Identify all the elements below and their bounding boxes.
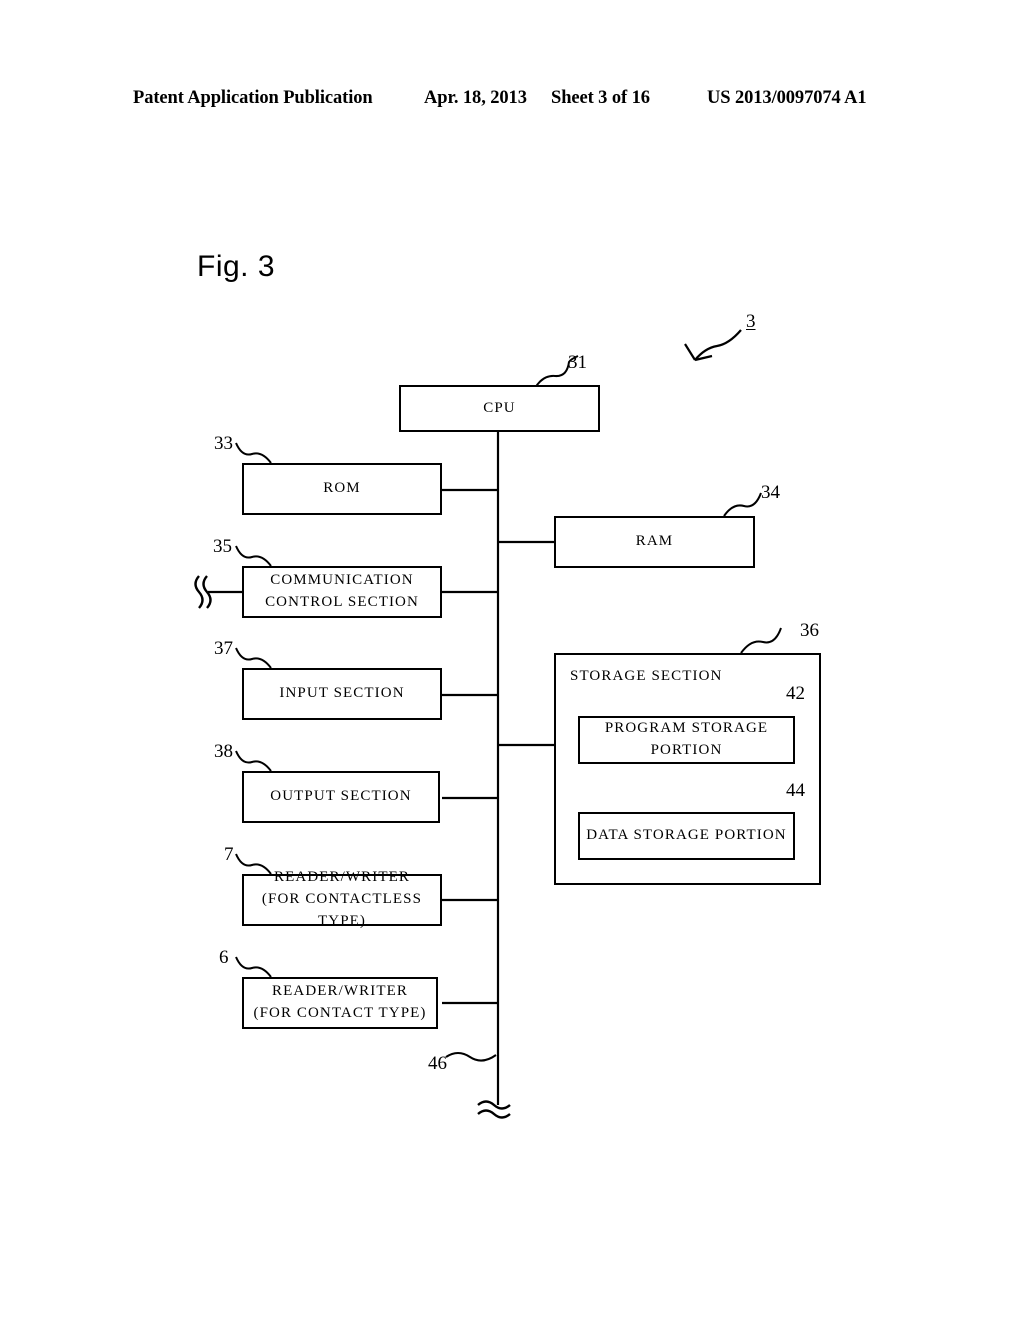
ref-7-reader-writer-contactless: 7 [224,844,234,865]
block-communication-control-section-label: COMMUNICATION CONTROL SECTION [265,572,419,610]
diagram-lines [194,329,782,1119]
block-program-storage-portion[interactable]: PROGRAM STORAGE PORTION [578,716,795,764]
ref-34-ram: 34 [761,482,780,503]
block-storage-section-label: STORAGE SECTION [570,668,723,684]
block-reader-writer-contact[interactable]: READER/WRITER (FOR CONTACT TYPE) [242,977,438,1029]
ref-6-reader-writer-contact: 6 [219,947,229,968]
block-output-section[interactable]: OUTPUT SECTION [242,771,440,823]
ref-42-program-storage-portion: 42 [786,683,805,704]
ref-36-storage-section: 36 [800,620,819,641]
ref-44-data-storage-portion: 44 [786,780,805,801]
ref-33-rom: 33 [214,433,233,454]
ref-46-bus: 46 [428,1053,447,1074]
block-reader-writer-contact-label: READER/WRITER (FOR CONTACT TYPE) [253,983,427,1021]
block-reader-writer-contactless[interactable]: READER/WRITER (FOR CONTACTLESS TYPE) [242,869,442,929]
block-reader-writer-contactless-label: READER/WRITER (FOR CONTACTLESS TYPE) [261,869,423,929]
ref-assembly-3: 3 [746,311,756,332]
ref-31-cpu: 31 [568,352,587,373]
ref-35-communication-control-section: 35 [213,536,232,557]
curved-arrow-icon [684,329,742,362]
block-communication-control-section[interactable]: COMMUNICATION CONTROL SECTION [242,566,442,618]
block-rom[interactable]: ROM [242,463,442,515]
block-ram[interactable]: RAM [554,516,755,568]
block-data-storage-portion[interactable]: DATA STORAGE PORTION [578,812,795,860]
block-ram-label: RAM [635,533,674,550]
block-input-section-label: INPUT SECTION [279,685,405,702]
block-rom-label: ROM [323,480,361,497]
antenna-wave-icon [194,575,212,609]
block-diagram [0,0,1024,1320]
block-output-section-label: OUTPUT SECTION [270,788,412,805]
block-cpu-label: CPU [483,399,516,416]
ref-38-output-section: 38 [214,741,233,762]
block-cpu[interactable]: CPU [399,385,600,432]
block-input-section[interactable]: INPUT SECTION [242,668,442,720]
block-program-storage-portion-label: PROGRAM STORAGE PORTION [604,720,769,758]
ref-37-input-section: 37 [214,638,233,659]
block-data-storage-portion-label: DATA STORAGE PORTION [586,827,787,844]
line-break-icon [477,1100,511,1119]
